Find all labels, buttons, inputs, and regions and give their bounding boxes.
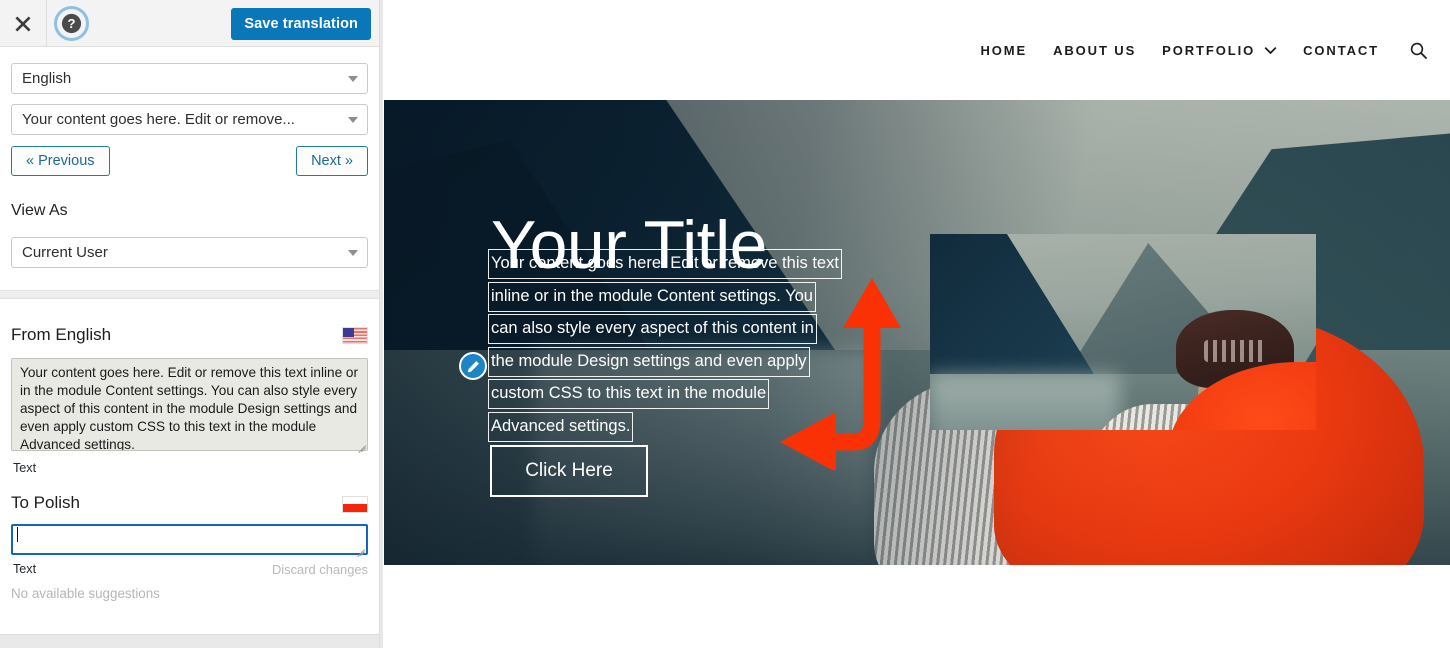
- view-as-select-value: Current User: [22, 244, 108, 261]
- close-icon[interactable]: [0, 0, 47, 47]
- source-text-area[interactable]: [11, 358, 368, 451]
- nav-item-about-us[interactable]: ABOUT US: [1040, 43, 1149, 58]
- hero-body-line: custom CSS to this text in the module: [487, 379, 770, 409]
- next-button[interactable]: Next »: [296, 146, 368, 176]
- translation-toolbar: ? Save translation: [0, 0, 379, 47]
- hero-section: Your Title Your content goes here. Edit …: [384, 100, 1450, 565]
- chevron-down-icon: [348, 75, 358, 82]
- app-screen: ? Save translation English Your content …: [0, 0, 1450, 648]
- chevron-down-icon: [348, 116, 358, 123]
- hero-body-line: the module Design settings and even appl…: [488, 346, 810, 377]
- nav-item-label: PORTFOLIO: [1162, 42, 1256, 58]
- hero-body-line: inline or in the module Content settings…: [488, 281, 816, 312]
- language-select-value: English: [22, 70, 72, 87]
- string-select[interactable]: Your content goes here. Edit or remove..…: [11, 104, 368, 135]
- string-select-value: Your content goes here. Edit or remove..…: [22, 111, 295, 128]
- view-as-select[interactable]: Current User: [11, 237, 368, 268]
- translation-sidebar: ? Save translation English Your content …: [0, 0, 379, 648]
- hero-body-line: can also style every aspect of this cont…: [488, 314, 817, 344]
- view-as-label: View As: [11, 202, 68, 219]
- main-navigation: HOME ABOUT US PORTFOLIO CONTACT: [967, 42, 1450, 59]
- target-heading: To Polish: [11, 493, 80, 512]
- nav-item-portfolio[interactable]: PORTFOLIO: [1149, 43, 1290, 58]
- hero-body-line: Advanced settings.: [487, 411, 634, 442]
- click-here-button[interactable]: Click Here: [490, 445, 648, 497]
- nested-image-module[interactable]: [930, 234, 1316, 430]
- nav-item-contact[interactable]: CONTACT: [1290, 43, 1392, 58]
- pencil-edit-icon[interactable]: [459, 352, 487, 380]
- no-suggestions-message: No available suggestions: [11, 586, 160, 601]
- source-type-label: Text: [13, 461, 37, 475]
- selector-block: English Your content goes here. Edit or …: [0, 47, 379, 290]
- sidebar-scrollbar[interactable]: [379, 0, 383, 648]
- discard-changes-link[interactable]: Discard changes: [272, 562, 368, 577]
- text-cursor: [17, 527, 18, 542]
- nav-item-home[interactable]: HOME: [967, 43, 1040, 58]
- site-preview: HOME ABOUT US PORTFOLIO CONTACT Your Tit…: [384, 0, 1450, 648]
- svg-text:?: ?: [68, 16, 76, 31]
- section-divider: [0, 290, 379, 299]
- nav-item-label: HOME: [980, 42, 1028, 58]
- nav-item-label: ABOUT US: [1053, 42, 1137, 58]
- nav-item-label: CONTACT: [1303, 42, 1379, 58]
- target-type-label: Text: [13, 562, 37, 576]
- previous-button[interactable]: « Previous: [11, 146, 110, 176]
- sidebar-bottom-band: [0, 634, 379, 648]
- hero-body-text[interactable]: Your content goes here. Edit or remove t…: [487, 249, 885, 445]
- source-heading: From English: [11, 325, 112, 344]
- site-header: HOME ABOUT US PORTFOLIO CONTACT: [384, 0, 1450, 100]
- question-mark-icon[interactable]: ?: [57, 9, 86, 38]
- save-translation-button[interactable]: Save translation: [231, 8, 371, 40]
- language-select[interactable]: English: [11, 63, 368, 94]
- flag-pl-icon: [342, 496, 368, 513]
- flag-us-icon: [342, 327, 368, 344]
- hero-body-line: Your content goes here. Edit or remove t…: [488, 249, 842, 279]
- search-icon[interactable]: [1392, 42, 1440, 59]
- chevron-down-icon: [1264, 43, 1277, 58]
- target-text-area[interactable]: [11, 524, 368, 555]
- chevron-down-icon: [348, 249, 358, 256]
